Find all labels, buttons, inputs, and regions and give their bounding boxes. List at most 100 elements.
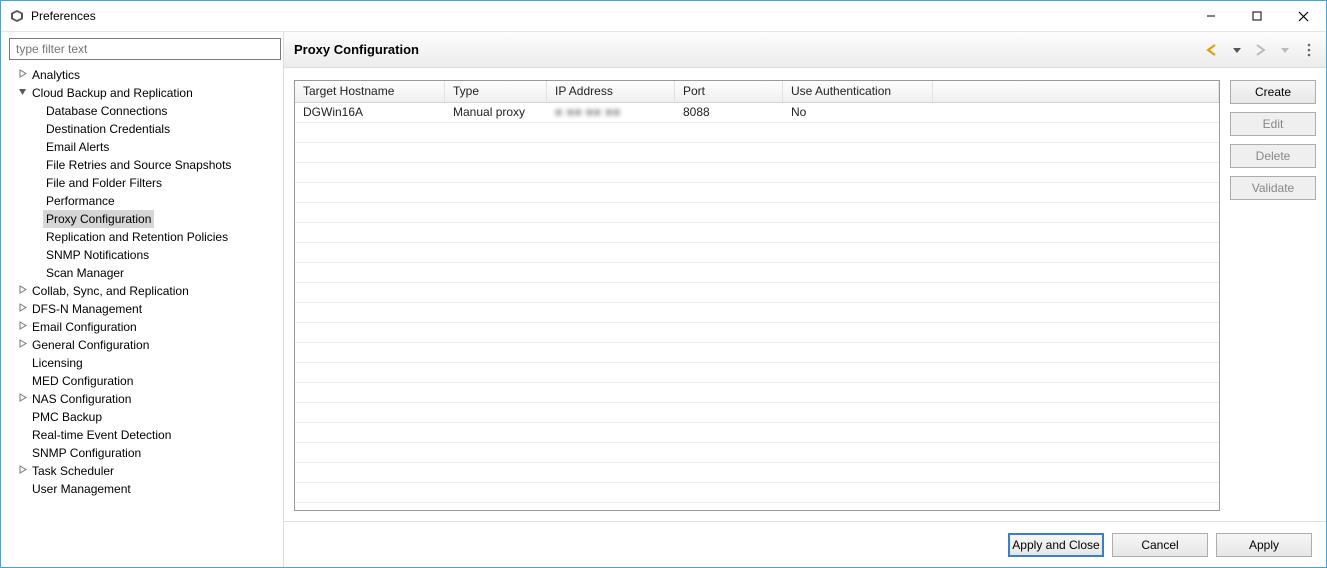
table-header-row: Target Hostname Type IP Address Port Use… xyxy=(295,81,1219,103)
back-icon[interactable] xyxy=(1204,41,1222,59)
maximize-button[interactable] xyxy=(1234,1,1280,31)
header-toolbar xyxy=(1204,41,1318,59)
tree-item-label: NAS Configuration xyxy=(32,392,131,406)
dialog-footer: Apply and Close Cancel Apply xyxy=(284,521,1326,567)
table-row-empty xyxy=(295,483,1219,503)
tree-item-label: Email Configuration xyxy=(32,320,137,334)
tree-item-label: Proxy Configuration xyxy=(46,212,151,226)
window-title: Preferences xyxy=(31,9,96,23)
cell-auth: No xyxy=(783,103,933,122)
col-header-type[interactable]: Type xyxy=(445,81,547,102)
apply-and-close-button[interactable]: Apply and Close xyxy=(1008,533,1104,557)
table-row-empty xyxy=(295,223,1219,243)
tree-item[interactable]: Performance xyxy=(5,192,279,210)
tree-item[interactable]: PMC Backup xyxy=(5,408,279,426)
menu-icon[interactable] xyxy=(1300,41,1318,59)
minimize-button[interactable] xyxy=(1188,1,1234,31)
cell-ip: ■ ■■ ■■ ■■ xyxy=(547,103,675,122)
chevron-right-icon[interactable] xyxy=(15,390,29,408)
proxy-table[interactable]: Target Hostname Type IP Address Port Use… xyxy=(294,80,1220,511)
tree-item-label: Analytics xyxy=(32,68,80,82)
col-header-hostname[interactable]: Target Hostname xyxy=(295,81,445,102)
tree-item[interactable]: Analytics xyxy=(5,66,279,84)
action-buttons: Create Edit Delete Validate xyxy=(1230,80,1316,511)
table-row-empty xyxy=(295,383,1219,403)
table-row[interactable]: DGWin16AManual proxy■ ■■ ■■ ■■8088No xyxy=(295,103,1219,123)
chevron-right-icon[interactable] xyxy=(15,462,29,480)
forward-dropdown-icon[interactable] xyxy=(1276,41,1294,59)
filter-input[interactable] xyxy=(9,38,281,60)
window-controls xyxy=(1188,1,1326,31)
table-row-empty xyxy=(295,403,1219,423)
col-header-port[interactable]: Port xyxy=(675,81,783,102)
tree-item-label: SNMP Configuration xyxy=(32,446,141,460)
tree-item[interactable]: Licensing xyxy=(5,354,279,372)
chevron-right-icon[interactable] xyxy=(15,282,29,300)
back-dropdown-icon[interactable] xyxy=(1228,41,1246,59)
tree-item-label: Real-time Event Detection xyxy=(32,428,171,442)
table-row-empty xyxy=(295,283,1219,303)
tree-item[interactable]: Email Configuration xyxy=(5,318,279,336)
tree-item[interactable]: SNMP Configuration xyxy=(5,444,279,462)
tree-item[interactable]: SNMP Notifications xyxy=(5,246,279,264)
chevron-right-icon[interactable] xyxy=(15,336,29,354)
tree-item[interactable]: Email Alerts xyxy=(5,138,279,156)
tree-item-label: File Retries and Source Snapshots xyxy=(46,158,231,172)
table-row-empty xyxy=(295,263,1219,283)
tree-item[interactable]: Replication and Retention Policies xyxy=(5,228,279,246)
tree-item[interactable]: DFS-N Management xyxy=(5,300,279,318)
tree-item-label: SNMP Notifications xyxy=(46,248,149,262)
create-button[interactable]: Create xyxy=(1230,80,1316,104)
close-button[interactable] xyxy=(1280,1,1326,31)
chevron-down-icon[interactable] xyxy=(15,84,29,102)
tree-item-label: Cloud Backup and Replication xyxy=(32,86,193,100)
cancel-button[interactable]: Cancel xyxy=(1112,533,1208,557)
tree-item[interactable]: Proxy Configuration xyxy=(5,210,279,228)
tree-item[interactable]: Database Connections xyxy=(5,102,279,120)
tree-item[interactable]: User Management xyxy=(5,480,279,498)
col-header-auth[interactable]: Use Authentication xyxy=(783,81,933,102)
tree-item-label: User Management xyxy=(32,482,131,496)
col-header-ip[interactable]: IP Address xyxy=(547,81,675,102)
main-panel: Proxy Configuration xyxy=(284,32,1326,567)
tree-item[interactable]: File Retries and Source Snapshots xyxy=(5,156,279,174)
col-header-spacer xyxy=(933,81,1219,102)
tree-item-label: Email Alerts xyxy=(46,140,109,154)
tree-item[interactable]: Cloud Backup and Replication xyxy=(5,84,279,102)
forward-icon[interactable] xyxy=(1252,41,1270,59)
tree-item-label: Scan Manager xyxy=(46,266,124,280)
chevron-right-icon[interactable] xyxy=(15,300,29,318)
nav-tree: Analytics Cloud Backup and Replication Dat… xyxy=(5,64,279,563)
table-row-empty xyxy=(295,183,1219,203)
chevron-right-icon[interactable] xyxy=(15,318,29,336)
title-bar: Preferences xyxy=(1,1,1326,31)
tree-item[interactable]: Task Scheduler xyxy=(5,462,279,480)
table-row-empty xyxy=(295,143,1219,163)
sidebar: Analytics Cloud Backup and Replication Dat… xyxy=(1,32,284,567)
tree-item-label: Performance xyxy=(46,194,115,208)
table-row-empty xyxy=(295,243,1219,263)
tree-item[interactable]: File and Folder Filters xyxy=(5,174,279,192)
tree-item[interactable]: Collab, Sync, and Replication xyxy=(5,282,279,300)
tree-item[interactable]: Scan Manager xyxy=(5,264,279,282)
table-row-empty xyxy=(295,443,1219,463)
tree-item[interactable]: Real-time Event Detection xyxy=(5,426,279,444)
chevron-right-icon[interactable] xyxy=(15,66,29,84)
tree-item[interactable]: MED Configuration xyxy=(5,372,279,390)
table-row-empty xyxy=(295,123,1219,143)
table-row-empty xyxy=(295,203,1219,223)
table-row-empty xyxy=(295,363,1219,383)
table-row-empty xyxy=(295,343,1219,363)
apply-button[interactable]: Apply xyxy=(1216,533,1312,557)
table-body: DGWin16AManual proxy■ ■■ ■■ ■■8088No xyxy=(295,103,1219,510)
tree-item[interactable]: NAS Configuration xyxy=(5,390,279,408)
tree-item-label: Task Scheduler xyxy=(32,464,114,478)
validate-button[interactable]: Validate xyxy=(1230,176,1316,200)
tree-item[interactable]: Destination Credentials xyxy=(5,120,279,138)
edit-button[interactable]: Edit xyxy=(1230,112,1316,136)
tree-item-label: Destination Credentials xyxy=(46,122,170,136)
delete-button[interactable]: Delete xyxy=(1230,144,1316,168)
tree-item-label: Replication and Retention Policies xyxy=(46,230,228,244)
table-row-empty xyxy=(295,463,1219,483)
tree-item[interactable]: General Configuration xyxy=(5,336,279,354)
